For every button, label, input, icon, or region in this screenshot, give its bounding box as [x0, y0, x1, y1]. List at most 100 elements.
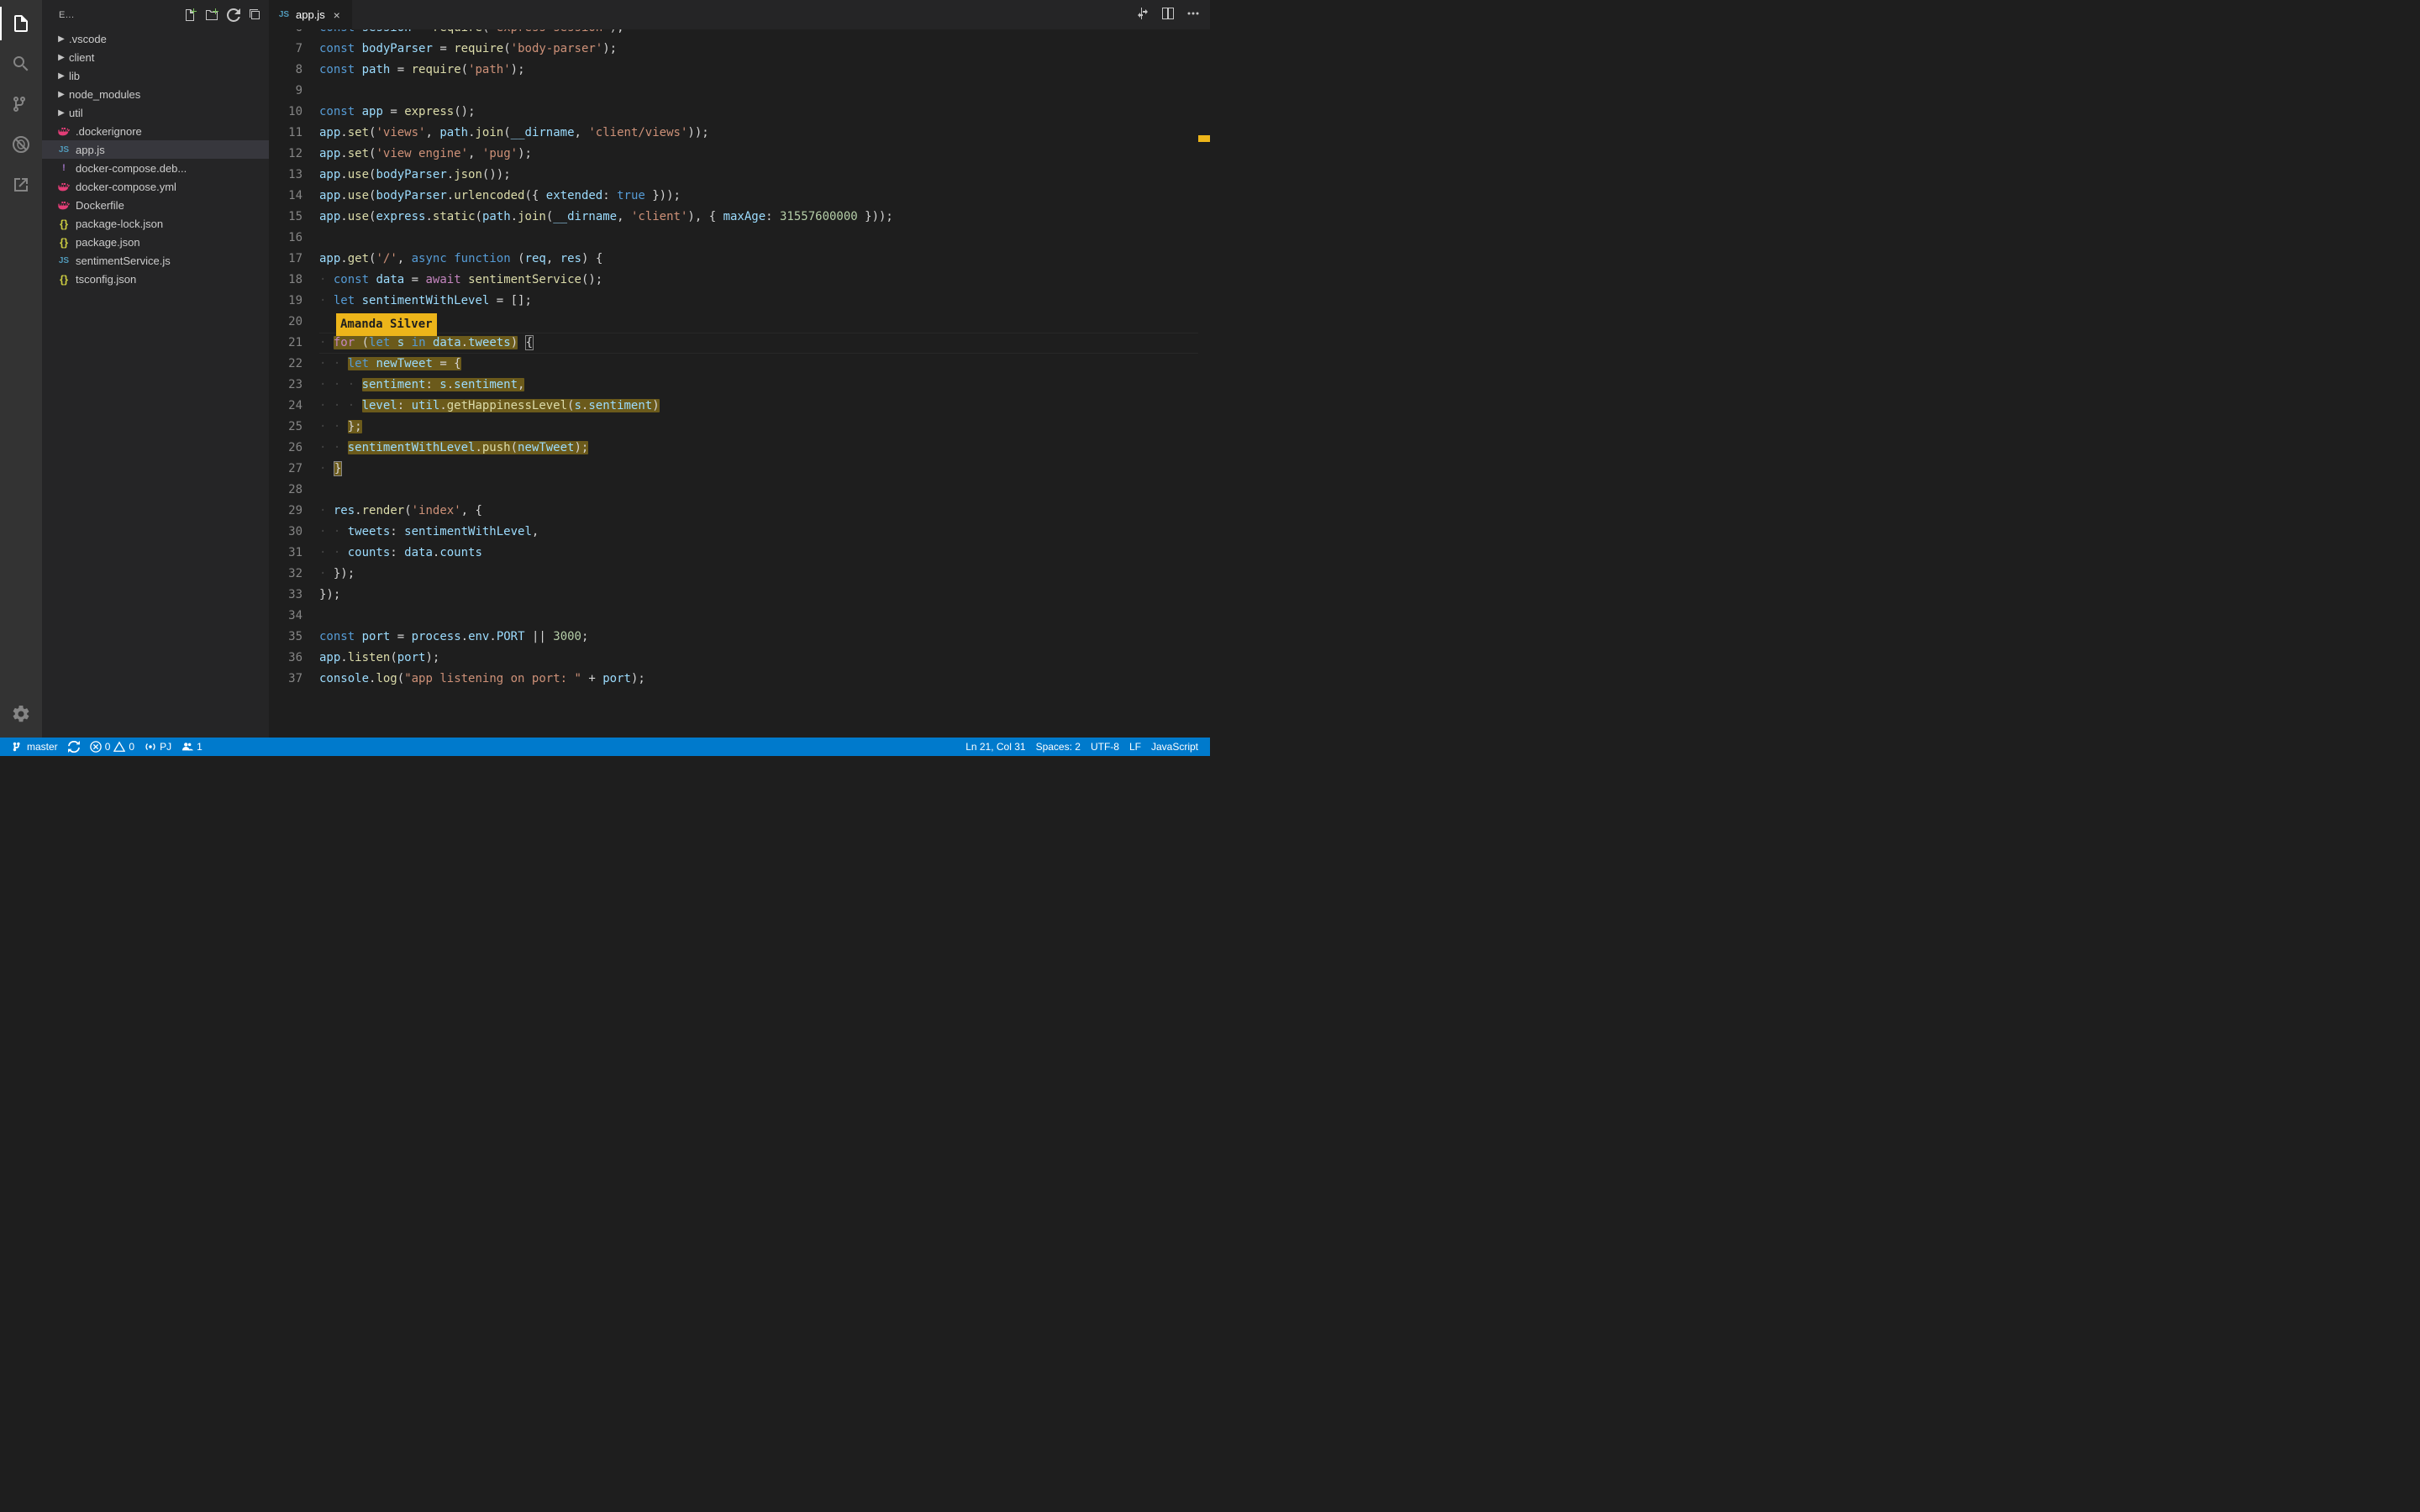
split-icon: [1161, 7, 1175, 20]
code-line[interactable]: [319, 606, 1210, 627]
refresh-icon: [227, 8, 240, 22]
code-line[interactable]: const path = require('path');: [319, 60, 1210, 81]
code-line[interactable]: · }: [319, 459, 1210, 480]
file-row[interactable]: JSapp.js: [42, 140, 269, 159]
code-line[interactable]: const session = require('express-session…: [319, 29, 1210, 39]
js-icon: JS: [55, 145, 72, 155]
tab-appjs[interactable]: JS app.js ×: [269, 0, 353, 29]
minimap[interactable]: [1198, 29, 1210, 738]
status-sync[interactable]: [63, 738, 85, 756]
status-problems[interactable]: 0 0: [85, 738, 139, 756]
folder-row[interactable]: ▶util: [42, 103, 269, 122]
tree-label: .vscode: [69, 33, 107, 45]
code-line[interactable]: · const data = await sentimentService();: [319, 270, 1210, 291]
code-line[interactable]: const bodyParser = require('body-parser'…: [319, 39, 1210, 60]
code-lines[interactable]: const session = require('express-session…: [319, 29, 1210, 690]
code-line[interactable]: · res.render('index', {: [319, 501, 1210, 522]
code-line[interactable]: · · };: [319, 417, 1210, 438]
status-participants[interactable]: 1: [176, 738, 208, 756]
folder-row[interactable]: ▶client: [42, 48, 269, 66]
code-line[interactable]: const app = express();: [319, 102, 1210, 123]
activity-scm[interactable]: [0, 87, 42, 121]
json-icon: {}: [55, 273, 72, 286]
ellipsis-icon: [1186, 7, 1200, 20]
file-row[interactable]: Dockerfile: [42, 196, 269, 214]
tree-label: package-lock.json: [76, 218, 163, 230]
file-row[interactable]: {}tsconfig.json: [42, 270, 269, 288]
file-row[interactable]: .dockerignore: [42, 122, 269, 140]
code-line[interactable]: · · let newTweet = {: [319, 354, 1210, 375]
code-line[interactable]: · let sentimentWithLevel = [];: [319, 291, 1210, 312]
file-row[interactable]: !docker-compose.deb...: [42, 159, 269, 177]
code-line[interactable]: app.get('/', async function (req, res) {: [319, 249, 1210, 270]
status-eol[interactable]: LF: [1124, 738, 1146, 756]
warning-icon: [113, 741, 125, 753]
code-line[interactable]: });: [319, 585, 1210, 606]
status-liveshare[interactable]: PJ: [139, 738, 176, 756]
new-file-icon: [183, 8, 197, 22]
code-editor[interactable]: 6789101112131415161718192021222324252627…: [269, 29, 1210, 738]
activity-search[interactable]: [0, 47, 42, 81]
collapse-all-button[interactable]: [249, 8, 262, 22]
tree-label: docker-compose.deb...: [76, 162, 187, 175]
file-row[interactable]: JSsentimentService.js: [42, 251, 269, 270]
chevron-right-icon: ▶: [55, 90, 67, 99]
code-line[interactable]: [319, 228, 1210, 249]
new-file-button[interactable]: [183, 8, 197, 22]
explorer-header: E...: [42, 0, 269, 29]
code-line[interactable]: app.set('views', path.join(__dirname, 'c…: [319, 123, 1210, 144]
status-spaces[interactable]: Spaces: 2: [1031, 738, 1086, 756]
code-line[interactable]: app.use(express.static(path.join(__dirna…: [319, 207, 1210, 228]
status-language[interactable]: JavaScript: [1146, 738, 1203, 756]
status-branch[interactable]: master: [7, 738, 63, 756]
sidebar-explorer: E... ▶.vscode▶client▶lib▶node: [42, 0, 269, 738]
more-actions-button[interactable]: [1186, 7, 1200, 23]
gutter: 6789101112131415161718192021222324252627…: [269, 29, 319, 690]
collapse-icon: [249, 8, 262, 22]
code-line[interactable]: · · tweets: sentimentWithLevel,: [319, 522, 1210, 543]
file-row[interactable]: {}package.json: [42, 233, 269, 251]
code-line[interactable]: [319, 480, 1210, 501]
folder-row[interactable]: ▶lib: [42, 66, 269, 85]
activity-settings[interactable]: [0, 697, 42, 731]
status-encoding[interactable]: UTF-8: [1086, 738, 1124, 756]
explorer-title: E...: [59, 10, 183, 20]
new-folder-button[interactable]: [205, 8, 218, 22]
code-line[interactable]: · · counts: data.counts: [319, 543, 1210, 564]
code-line[interactable]: · · · sentiment: s.sentiment,: [319, 375, 1210, 396]
activity-explorer[interactable]: [0, 7, 42, 40]
code-line[interactable]: const port = process.env.PORT || 3000;: [319, 627, 1210, 648]
files-icon: [11, 13, 31, 34]
compare-changes-button[interactable]: [1136, 7, 1150, 23]
code-line[interactable]: app.use(bodyParser.json());: [319, 165, 1210, 186]
code-line[interactable]: [319, 81, 1210, 102]
refresh-button[interactable]: [227, 8, 240, 22]
code-line[interactable]: · });: [319, 564, 1210, 585]
split-editor-button[interactable]: [1161, 7, 1175, 23]
code-line[interactable]: console.log("app listening on port: " + …: [319, 669, 1210, 690]
file-row[interactable]: docker-compose.yml: [42, 177, 269, 196]
chevron-right-icon: ▶: [55, 108, 67, 118]
status-cursor[interactable]: Ln 21, Col 31: [960, 738, 1030, 756]
folder-row[interactable]: ▶.vscode: [42, 29, 269, 48]
tab-close-button[interactable]: ×: [330, 8, 344, 22]
nodebug-icon: [11, 134, 31, 155]
js-icon: JS: [55, 256, 72, 265]
file-row[interactable]: {}package-lock.json: [42, 214, 269, 233]
code-line[interactable]: app.use(bodyParser.urlencoded({ extended…: [319, 186, 1210, 207]
code-line[interactable]: app.set('view engine', 'pug');: [319, 144, 1210, 165]
code-line[interactable]: · for (let s in data.tweets) {: [319, 333, 1210, 354]
code-line[interactable]: app.listen(port);: [319, 648, 1210, 669]
code-line[interactable]: [319, 312, 1210, 333]
activity-liveshare[interactable]: [0, 168, 42, 202]
code-line[interactable]: · · sentimentWithLevel.push(newTweet);: [319, 438, 1210, 459]
compare-icon: [1136, 7, 1150, 20]
folder-row[interactable]: ▶node_modules: [42, 85, 269, 103]
new-folder-icon: [205, 8, 218, 22]
file-tree[interactable]: ▶.vscode▶client▶lib▶node_modules▶util.do…: [42, 29, 269, 738]
main-area: E... ▶.vscode▶client▶lib▶node: [0, 0, 1210, 738]
branch-icon: [11, 94, 31, 114]
code-line[interactable]: · · · level: util.getHappinessLevel(s.se…: [319, 396, 1210, 417]
tree-label: docker-compose.yml: [76, 181, 176, 193]
activity-debug[interactable]: [0, 128, 42, 161]
